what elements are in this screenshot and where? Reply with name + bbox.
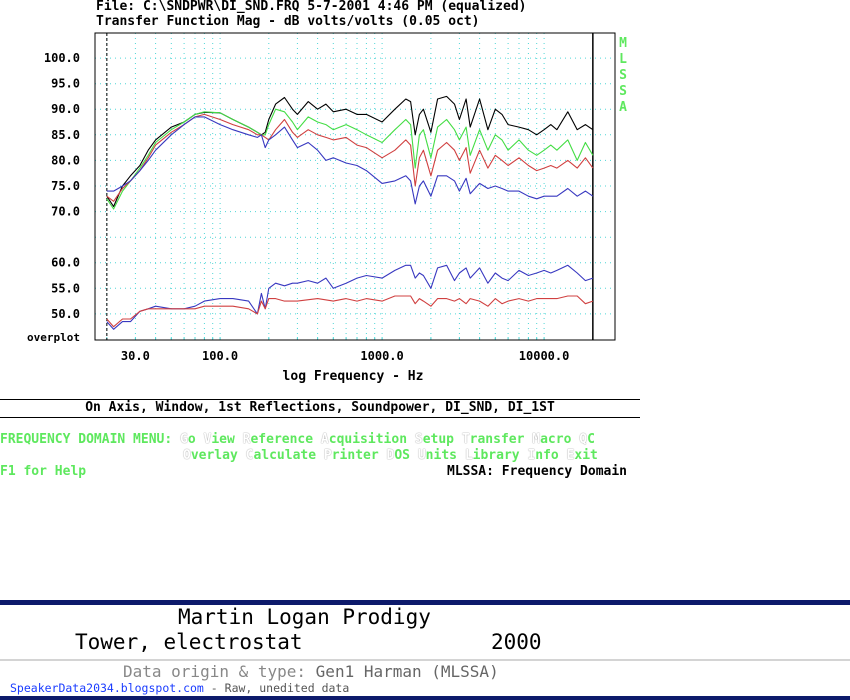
y-tick-label: 55.0: [51, 281, 80, 295]
menu-item-qc[interactable]: QC: [579, 432, 595, 447]
overplot-label: overplot: [27, 331, 80, 344]
site-link[interactable]: SpeakerData2034.blogspot.com: [10, 681, 204, 695]
menu-item-units[interactable]: Units: [418, 448, 457, 463]
x-tick-label: 10000.0: [519, 349, 570, 363]
menu-item-printer[interactable]: Printer: [324, 448, 379, 463]
mlssa-logo-letter: A: [619, 100, 627, 115]
y-tick-label: 60.0: [51, 256, 80, 270]
divider-bottom: [0, 417, 640, 418]
series-di-snd: [106, 264, 594, 330]
speaker-model: Martin Logan Prodigy: [178, 605, 431, 629]
menu-item-macro[interactable]: Macro: [532, 432, 571, 447]
y-tick-label: 90.0: [51, 102, 80, 116]
menu-row-2: Overlay Calculate Printer DOS Units Libr…: [183, 448, 598, 463]
x-tick-label: 100.0: [202, 349, 238, 363]
note-text: - Raw, unedited data: [203, 681, 350, 695]
x-axis-label: log Frequency - Hz: [283, 369, 424, 384]
mlssa-logo-letter: S: [619, 68, 627, 83]
y-tick-label: 70.0: [51, 205, 80, 219]
menu-item-info[interactable]: Info: [527, 448, 558, 463]
menu-item-exit[interactable]: Exit: [567, 448, 598, 463]
origin-value: Gen1 Harman (MLSSA): [315, 662, 499, 681]
y-tick-label: 85.0: [51, 128, 80, 142]
series-soundpower: [106, 116, 594, 205]
menu-item-reference[interactable]: Reference: [243, 432, 313, 447]
menu-item-transfer[interactable]: Transfer: [462, 432, 525, 447]
menu-item-dos[interactable]: DOS: [387, 448, 410, 463]
speaker-year: 2000: [491, 630, 542, 654]
mlssa-logo-letter: M: [619, 36, 627, 51]
mlssa-logo-letter: L: [619, 52, 627, 67]
menu-label: FREQUENCY DOMAIN MENU:: [0, 432, 173, 447]
menu-item-setup[interactable]: Setup: [415, 432, 454, 447]
status-text: MLSSA: Frequency Domain: [447, 464, 628, 479]
footer-divider: [0, 659, 850, 661]
speaker-type: Tower, electrostat: [75, 630, 303, 654]
menu-item-go[interactable]: Go: [180, 432, 196, 447]
menu-item-calculate[interactable]: Calculate: [246, 448, 316, 463]
menu-item-acquisition[interactable]: Acquisition: [321, 432, 407, 447]
y-tick-label: 95.0: [51, 77, 80, 91]
series-on-axis: [106, 95, 594, 208]
y-tick-label: 100.0: [44, 51, 80, 65]
mlssa-logo-letter: S: [619, 84, 627, 99]
y-tick-label: 80.0: [51, 153, 80, 167]
legend-line: On Axis, Window, 1st Reflections, Soundp…: [85, 400, 555, 415]
series-di-1st: [106, 295, 594, 328]
menu-item-view[interactable]: View: [204, 432, 235, 447]
help-hint[interactable]: F1 for Help: [0, 464, 86, 479]
data-origin: Data origin & type: Gen1 Harman (MLSSA): [123, 662, 499, 681]
footer-bottom-bar: [0, 696, 850, 700]
origin-label: Data origin & type:: [123, 662, 307, 681]
y-tick-label: 50.0: [51, 307, 80, 321]
footer-note: SpeakerData2034.blogspot.com - Raw, uned…: [10, 681, 349, 695]
x-tick-label: 1000.0: [360, 349, 403, 363]
menu-row-1: FREQUENCY DOMAIN MENU: Go View Reference…: [0, 432, 595, 447]
menu-item-overlay[interactable]: Overlay: [183, 448, 238, 463]
y-tick-label: 75.0: [51, 179, 80, 193]
x-tick-label: 30.0: [121, 349, 150, 363]
menu-item-library[interactable]: Library: [465, 448, 520, 463]
frequency-response-chart: 100.0 95.0 90.0 85.0 80.0 75.0 70.0 60.0 55.0 50.…: [27, 32, 627, 384]
